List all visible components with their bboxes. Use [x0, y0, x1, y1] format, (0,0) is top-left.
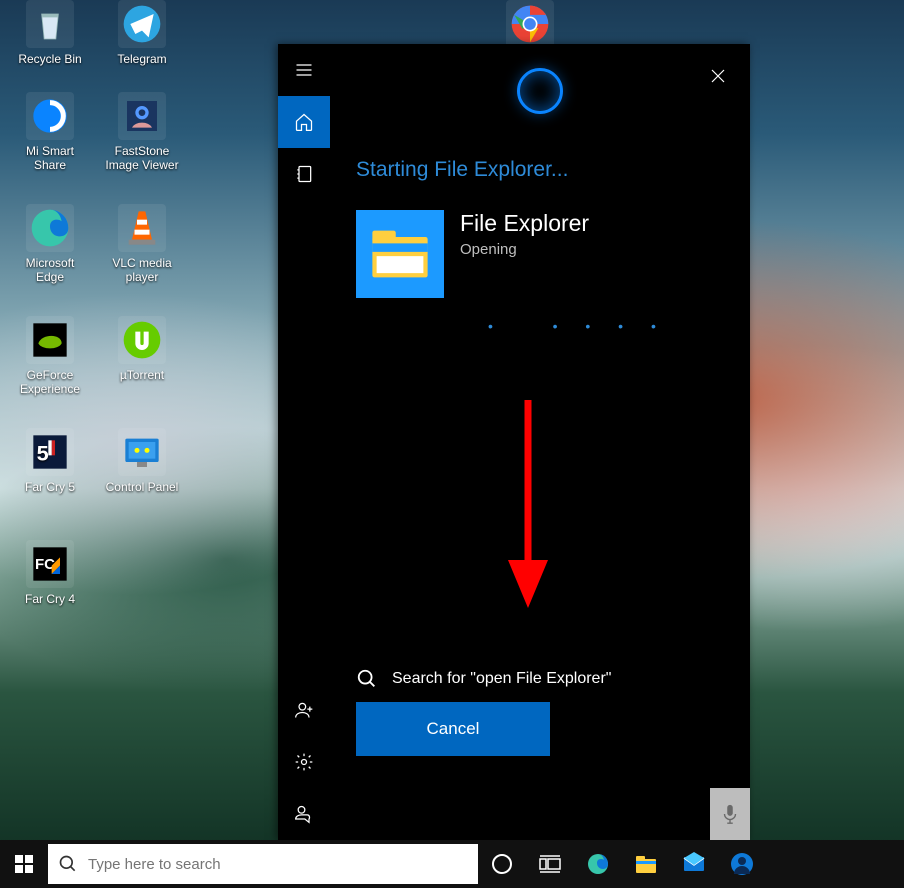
cortana-main: Starting File Explorer... File Explorer … [330, 44, 750, 840]
desktop-icon-label: Mi Smart Share [10, 144, 90, 172]
desktop-icon-label: GeForce Experience [10, 368, 90, 396]
taskbar [0, 840, 904, 888]
cancel-button[interactable]: Cancel [356, 702, 550, 756]
desktop-icon-label: Control Panel [102, 480, 182, 494]
desktop-icon-mi-smart-share[interactable]: Mi Smart Share [10, 92, 90, 172]
taskbar-search-input[interactable] [88, 856, 468, 873]
desktop-icon-ms-edge[interactable]: Microsoft Edge [10, 204, 90, 284]
close-button[interactable] [698, 56, 738, 96]
desktop-icon-faststone[interactable]: FastStone Image Viewer [102, 92, 182, 172]
recycle-bin-icon [26, 0, 74, 48]
desktop-icon-farcry5[interactable]: 5 Far Cry 5 [10, 428, 90, 494]
microphone-button[interactable] [710, 788, 750, 840]
result-row[interactable]: File Explorer Opening [356, 210, 724, 298]
mi-smart-share-icon [26, 92, 74, 140]
search-for-row[interactable]: Search for "open File Explorer" [356, 668, 611, 690]
desktop-icon-label: Telegram [102, 52, 182, 66]
desktop-icon-farcry4[interactable]: FC Far Cry 4 [10, 540, 90, 606]
cortana-logo-icon [517, 68, 563, 114]
search-icon [58, 854, 78, 874]
desktop-icon-label: µTorrent [102, 368, 182, 382]
ms-edge-icon [26, 204, 74, 252]
desktop-icon-label: Recycle Bin [10, 52, 90, 66]
file-explorer-icon [356, 210, 444, 298]
telegram-icon [118, 0, 166, 48]
task-view-icon[interactable] [526, 840, 574, 888]
desktop-icon-label: FastStone Image Viewer [102, 144, 182, 172]
status-text: Starting File Explorer... [356, 158, 724, 182]
search-for-text: Search for "open File Explorer" [392, 670, 611, 688]
cortana-sidebar [278, 44, 330, 840]
loading-dots-icon: • • • • • [488, 318, 724, 334]
result-subtext: Opening [460, 241, 589, 258]
utorrent-icon [118, 316, 166, 364]
feedback-icon[interactable] [278, 788, 330, 840]
home-icon[interactable] [278, 96, 330, 148]
google-chrome-icon [506, 0, 554, 48]
desktop-icon-control-panel[interactable]: Control Panel [102, 428, 182, 494]
desktop-icon-recycle-bin[interactable]: Recycle Bin [10, 0, 90, 66]
file-explorer-taskbar-icon[interactable] [622, 840, 670, 888]
desktop-icon-label: Far Cry 4 [10, 592, 90, 606]
desktop-icon-vlc[interactable]: VLC media player [102, 204, 182, 284]
farcry4-icon: FC [26, 540, 74, 588]
desktop-icon-geforce[interactable]: GeForce Experience [10, 316, 90, 396]
desktop-wallpaper: Recycle BinTelegramGoogle ChromeMi Smart… [0, 0, 904, 888]
desktop-icon-label: Far Cry 5 [10, 480, 90, 494]
account-taskbar-icon[interactable] [718, 840, 766, 888]
edge-taskbar-icon[interactable] [574, 840, 622, 888]
geforce-icon [26, 316, 74, 364]
taskbar-search[interactable] [48, 844, 478, 884]
result-name: File Explorer [460, 210, 589, 237]
faststone-icon [118, 92, 166, 140]
settings-gear-icon[interactable] [278, 736, 330, 788]
cortana-taskbar-icon[interactable] [478, 840, 526, 888]
svg-text:5: 5 [37, 440, 49, 465]
desktop-icon-label: VLC media player [102, 256, 182, 284]
person-add-icon[interactable] [278, 684, 330, 736]
desktop-icon-utorrent[interactable]: µTorrent [102, 316, 182, 382]
cortana-panel: Starting File Explorer... File Explorer … [278, 44, 750, 840]
vlc-icon [118, 204, 166, 252]
control-panel-icon [118, 428, 166, 476]
farcry5-icon: 5 [26, 428, 74, 476]
start-button[interactable] [0, 840, 48, 888]
hamburger-menu-icon[interactable] [278, 44, 330, 96]
search-icon [356, 668, 378, 690]
notebook-icon[interactable] [278, 148, 330, 200]
desktop-icon-telegram[interactable]: Telegram [102, 0, 182, 66]
desktop-icon-label: Microsoft Edge [10, 256, 90, 284]
mail-taskbar-icon[interactable] [670, 840, 718, 888]
